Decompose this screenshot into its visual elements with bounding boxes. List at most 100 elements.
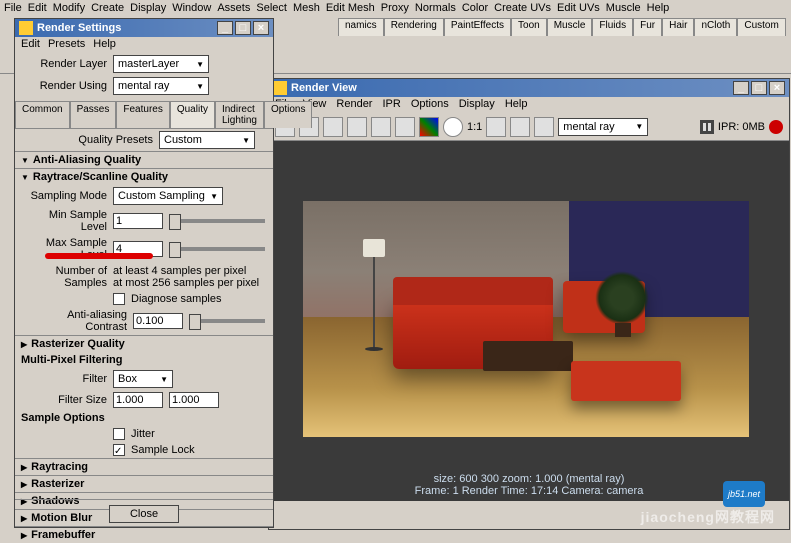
- render-layer-select[interactable]: masterLayer: [113, 55, 209, 73]
- render-view-window: Render View _ □ × File View Render IPR O…: [268, 78, 790, 530]
- render-view-menu: File View Render IPR Options Display Hel…: [269, 97, 789, 113]
- shelf-tab[interactable]: namics: [338, 18, 384, 36]
- scene-table: [483, 341, 573, 371]
- settings-tabs: Common Passes Features Quality Indirect …: [15, 101, 273, 129]
- menu-edit[interactable]: Edit: [21, 38, 40, 52]
- ipr-status: IPR: 0MB: [718, 121, 765, 133]
- scene-lamp: [373, 251, 375, 351]
- shelf-tab[interactable]: Custom: [737, 18, 785, 36]
- sampling-mode-label: Sampling Mode: [23, 190, 107, 202]
- menu-item[interactable]: Render: [336, 98, 372, 112]
- render-settings-window: Render Settings _ □ × Edit Presets Help …: [14, 18, 274, 528]
- section-framebuffer[interactable]: Framebuffer: [15, 526, 273, 543]
- menu-help[interactable]: Help: [93, 38, 116, 52]
- menu-item[interactable]: Proxy: [381, 2, 409, 16]
- menu-item[interactable]: Create: [91, 2, 124, 16]
- menu-item[interactable]: Help: [505, 98, 528, 112]
- filter-size-x-input[interactable]: [113, 392, 163, 408]
- min-sample-label: Min Sample Level: [23, 209, 107, 233]
- shelf-tab[interactable]: Toon: [511, 18, 547, 36]
- render-layer-label: Render Layer: [23, 58, 107, 70]
- alpha-icon[interactable]: [443, 117, 463, 137]
- menu-item[interactable]: Select: [256, 2, 287, 16]
- shelf-tab[interactable]: PaintEffects: [444, 18, 511, 36]
- close-button[interactable]: ×: [253, 21, 269, 35]
- quality-presets-select[interactable]: Custom: [159, 131, 255, 149]
- max-sample-slider[interactable]: [169, 247, 265, 251]
- tab-passes[interactable]: Passes: [70, 101, 117, 128]
- render-status: size: 600 300 zoom: 1.000 (mental ray) F…: [269, 471, 789, 501]
- filter-size-y-input[interactable]: [169, 392, 219, 408]
- display-icon[interactable]: [534, 117, 554, 137]
- window-title: Render Settings: [37, 22, 121, 34]
- tab-quality[interactable]: Quality: [170, 101, 215, 128]
- min-sample-slider[interactable]: [169, 219, 265, 223]
- stop-ipr-icon[interactable]: [769, 120, 783, 134]
- pause-icon[interactable]: [700, 120, 714, 134]
- minimize-button[interactable]: _: [733, 81, 749, 95]
- shelf-tab[interactable]: nCloth: [694, 18, 737, 36]
- section-anti-aliasing[interactable]: Anti-Aliasing Quality: [15, 151, 273, 168]
- keep-image-icon[interactable]: [486, 117, 506, 137]
- snapshot-icon[interactable]: [323, 117, 343, 137]
- maximize-button[interactable]: □: [751, 81, 767, 95]
- menu-item[interactable]: Help: [647, 2, 670, 16]
- menu-item[interactable]: Options: [411, 98, 449, 112]
- shelf-tab[interactable]: Fluids: [592, 18, 633, 36]
- menu-item[interactable]: Muscle: [606, 2, 641, 16]
- window-titlebar[interactable]: Render View _ □ ×: [269, 79, 789, 97]
- section-rasterizer[interactable]: Rasterizer: [15, 475, 273, 492]
- section-raytracing[interactable]: Raytracing: [15, 458, 273, 475]
- menu-item[interactable]: Modify: [53, 2, 85, 16]
- menu-item[interactable]: Edit Mesh: [326, 2, 375, 16]
- section-rasterizer-quality[interactable]: Rasterizer Quality: [15, 335, 273, 352]
- sampling-mode-select[interactable]: Custom Sampling: [113, 187, 223, 205]
- sample-lock-checkbox[interactable]: [113, 444, 125, 456]
- renderer-select[interactable]: mental ray: [558, 118, 648, 136]
- menu-item[interactable]: Display: [130, 2, 166, 16]
- menu-item[interactable]: Window: [172, 2, 211, 16]
- shelf-tab[interactable]: Rendering: [384, 18, 444, 36]
- tab-indirect-lighting[interactable]: Indirect Lighting: [215, 101, 264, 128]
- maximize-button[interactable]: □: [235, 21, 251, 35]
- menu-item[interactable]: Edit: [28, 2, 47, 16]
- close-settings-button[interactable]: Close: [109, 505, 179, 523]
- filter-select[interactable]: Box: [113, 370, 173, 388]
- status-line-1: size: 600 300 zoom: 1.000 (mental ray): [277, 473, 781, 485]
- shelf-tab[interactable]: Muscle: [547, 18, 593, 36]
- menu-item[interactable]: File: [4, 2, 22, 16]
- filter-size-label: Filter Size: [23, 394, 107, 406]
- window-titlebar[interactable]: Render Settings _ □ ×: [15, 19, 273, 37]
- render-viewport[interactable]: size: 600 300 zoom: 1.000 (mental ray) F…: [269, 141, 789, 501]
- aa-contrast-slider[interactable]: [189, 319, 265, 323]
- remove-image-icon[interactable]: [510, 117, 530, 137]
- menu-item[interactable]: Display: [459, 98, 495, 112]
- menu-presets[interactable]: Presets: [48, 38, 85, 52]
- ipr-icon[interactable]: [347, 117, 367, 137]
- min-sample-input[interactable]: [113, 213, 163, 229]
- tab-features[interactable]: Features: [116, 101, 169, 128]
- menu-item[interactable]: IPR: [382, 98, 400, 112]
- diagnose-checkbox[interactable]: [113, 293, 125, 305]
- menu-item[interactable]: Assets: [217, 2, 250, 16]
- render-globals-icon[interactable]: [395, 117, 415, 137]
- menu-item[interactable]: Normals: [415, 2, 456, 16]
- close-button[interactable]: ×: [769, 81, 785, 95]
- menu-item[interactable]: Color: [462, 2, 488, 16]
- shelf-tab[interactable]: Hair: [662, 18, 694, 36]
- num-samples-info2: at most 256 samples per pixel: [113, 277, 259, 289]
- app-icon: [273, 81, 287, 95]
- rgb-icon[interactable]: [419, 117, 439, 137]
- tab-common[interactable]: Common: [15, 101, 70, 128]
- menu-item[interactable]: Mesh: [293, 2, 320, 16]
- menu-item[interactable]: Edit UVs: [557, 2, 600, 16]
- minimize-button[interactable]: _: [217, 21, 233, 35]
- shelf-tab[interactable]: Fur: [633, 18, 662, 36]
- render-using-select[interactable]: mental ray: [113, 77, 209, 95]
- menu-item[interactable]: Create UVs: [494, 2, 551, 16]
- aa-contrast-input[interactable]: [133, 313, 183, 329]
- tab-options[interactable]: Options: [264, 101, 312, 128]
- refresh-icon[interactable]: [371, 117, 391, 137]
- jitter-checkbox[interactable]: [113, 428, 125, 440]
- section-raytrace-scanline[interactable]: Raytrace/Scanline Quality: [15, 168, 273, 185]
